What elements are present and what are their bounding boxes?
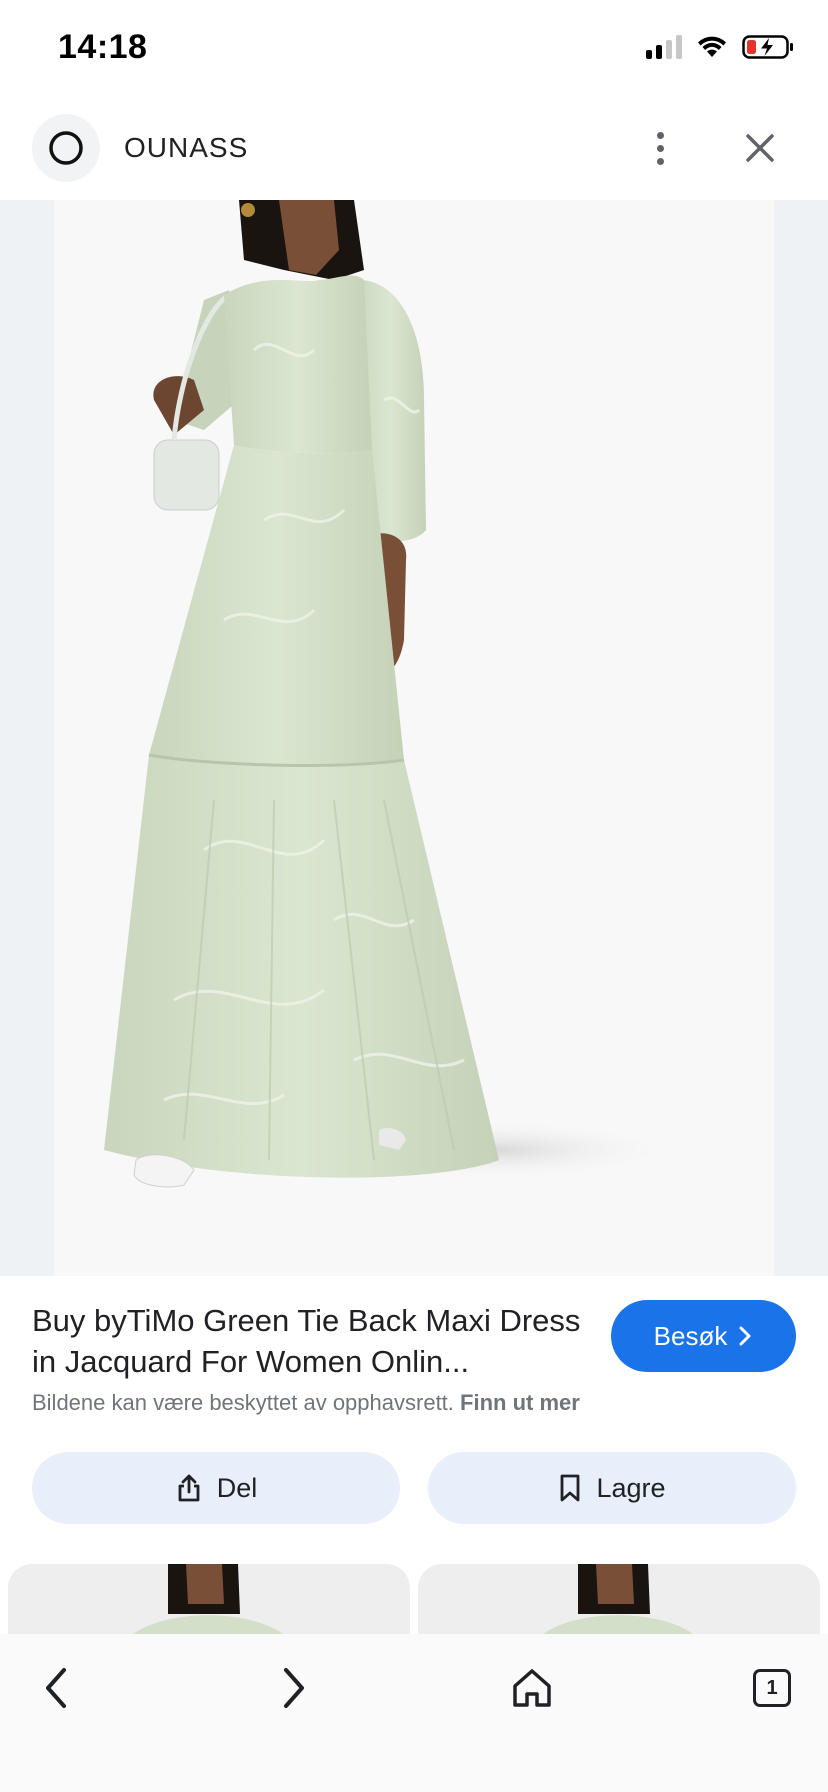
visit-button[interactable]: Besøk bbox=[611, 1300, 796, 1372]
share-icon bbox=[178, 1474, 200, 1502]
status-bar: 14:18 bbox=[0, 0, 828, 100]
share-button[interactable]: Del bbox=[32, 1452, 400, 1524]
battery-charging-icon bbox=[742, 35, 793, 59]
action-buttons: Del Lagre bbox=[32, 1452, 796, 1524]
result-info: Buy byTiMo Green Tie Back Maxi Dress in … bbox=[0, 1276, 828, 1436]
share-button-label: Del bbox=[216, 1472, 258, 1503]
chevron-right-icon bbox=[739, 1326, 751, 1346]
forward-button[interactable] bbox=[262, 1656, 326, 1720]
app-header: OUNASS bbox=[0, 100, 828, 200]
close-icon[interactable] bbox=[736, 124, 784, 172]
copyright-notice: Bildene kan være beskyttet av opphavsret… bbox=[32, 1390, 580, 1416]
related-thumbnail-illustration bbox=[133, 1564, 283, 1634]
copyright-text: Bildene kan være beskyttet av opphavsret… bbox=[32, 1390, 454, 1415]
learn-more-link[interactable]: Finn ut mer bbox=[460, 1390, 580, 1415]
visit-button-label: Besøk bbox=[653, 1320, 728, 1351]
status-icons bbox=[646, 34, 794, 60]
chevron-left-icon bbox=[46, 1668, 66, 1708]
more-vert-icon[interactable] bbox=[642, 118, 678, 178]
home-icon bbox=[513, 1669, 551, 1707]
signal-icon bbox=[646, 35, 682, 59]
tabs-button[interactable]: 1 bbox=[740, 1656, 804, 1720]
image-preview-area bbox=[0, 200, 828, 1276]
back-button[interactable] bbox=[24, 1656, 88, 1720]
tab-count: 1 bbox=[753, 1669, 791, 1707]
save-button-label: Lagre bbox=[596, 1472, 666, 1503]
dress-model-illustration bbox=[104, 200, 674, 1188]
bookmark-icon bbox=[561, 1474, 580, 1502]
related-thumbnail-illustration bbox=[543, 1564, 693, 1634]
save-button[interactable]: Lagre bbox=[428, 1452, 796, 1524]
related-image-2[interactable] bbox=[418, 1564, 820, 1634]
chevron-right-icon bbox=[284, 1668, 304, 1708]
site-name[interactable]: OUNASS bbox=[124, 132, 248, 164]
related-image-1[interactable] bbox=[8, 1564, 410, 1634]
related-images bbox=[0, 1564, 828, 1634]
bottom-navigation: 1 bbox=[0, 1634, 828, 1792]
wifi-icon bbox=[698, 36, 726, 57]
product-image[interactable] bbox=[54, 200, 774, 1276]
ounass-ring-icon bbox=[49, 131, 83, 165]
site-logo[interactable] bbox=[32, 114, 100, 182]
product-title[interactable]: Buy byTiMo Green Tie Back Maxi Dress in … bbox=[32, 1300, 592, 1382]
home-button[interactable] bbox=[500, 1656, 564, 1720]
status-time: 14:18 bbox=[58, 28, 148, 66]
